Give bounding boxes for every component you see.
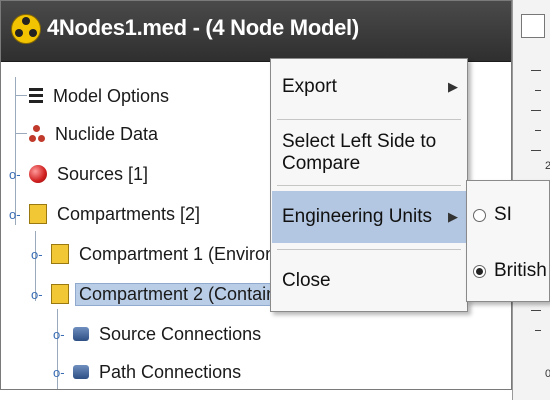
unit-option-british[interactable]: British [473,251,547,291]
tree-item-nuclide-data[interactable]: Nuclide Data [29,117,162,151]
radiation-icon [11,14,41,44]
context-menu: Export ▶ Select Left Side to Compare Eng… [270,58,468,312]
menu-item-close[interactable]: Close [272,255,466,307]
expand-toggle-icon[interactable]: o- [53,365,65,380]
tree-item-label: Source Connections [99,323,262,344]
menu-item-export[interactable]: Export ▶ [272,61,466,113]
tree-item-label: Path Connections [99,361,242,382]
submenu-arrow-icon: ▶ [448,209,458,224]
tree-item-label: Sources [1] [57,163,149,184]
expand-toggle-icon[interactable]: o- [9,167,21,182]
title-bar[interactable]: 4Nodes1.med - (4 Node Model) [1,1,511,62]
sphere-icon [29,165,47,183]
molecule-icon [29,125,45,143]
tree-item-path-connections[interactable]: Path Connections [73,355,245,389]
expand-toggle-icon[interactable]: o- [31,247,43,262]
unit-option-si[interactable]: SI [473,195,512,235]
menu-separator [277,119,461,120]
menu-item-label: Close [282,270,331,291]
model-tree: Model Options Nuclide Data o- Sources [1… [1,63,327,389]
units-submenu: SI British [466,180,550,302]
collapse-toggle-icon[interactable]: o- [31,287,43,302]
plug-icon [73,327,89,341]
collapse-toggle-icon[interactable]: o- [9,207,21,222]
submenu-arrow-icon: ▶ [448,79,458,94]
box-icon [51,244,69,264]
menu-item-select-left-side[interactable]: Select Left Side to Compare [272,127,466,179]
tree-item-label: Compartments [2] [57,203,201,224]
window-title: 4Nodes1.med - (4 Node Model) [47,15,359,40]
menu-item-engineering-units[interactable]: Engineering Units ▶ [272,191,466,243]
plug-icon [73,365,89,379]
menu-item-label: Engineering Units [282,206,432,227]
box-icon [51,284,69,304]
menu-item-label: Select Left Side to Compare [282,131,437,174]
expand-toggle-icon[interactable]: o- [53,327,65,342]
unit-option-label: SI [494,204,512,225]
tree-item-sources[interactable]: Sources [1] [29,157,152,191]
unit-option-label: British [494,260,547,281]
list-icon [29,87,43,105]
menu-item-label: Export [282,76,337,97]
ruler-label: 2 [545,160,550,172]
tree-item-model-options[interactable]: Model Options [29,79,173,113]
tree-item-compartments[interactable]: Compartments [2] [29,197,204,231]
radio-off-icon[interactable] [473,208,486,222]
menu-separator [277,185,461,186]
tree-item-source-connections[interactable]: Source Connections [73,317,265,351]
tree-item-label: Model Options [53,85,170,106]
menu-separator [277,249,461,250]
ruler-label: 0 [545,368,550,380]
radio-on-icon[interactable] [473,264,486,278]
tree-item-label: Nuclide Data [55,123,159,144]
box-icon [29,204,47,224]
ruler-box [521,14,545,38]
